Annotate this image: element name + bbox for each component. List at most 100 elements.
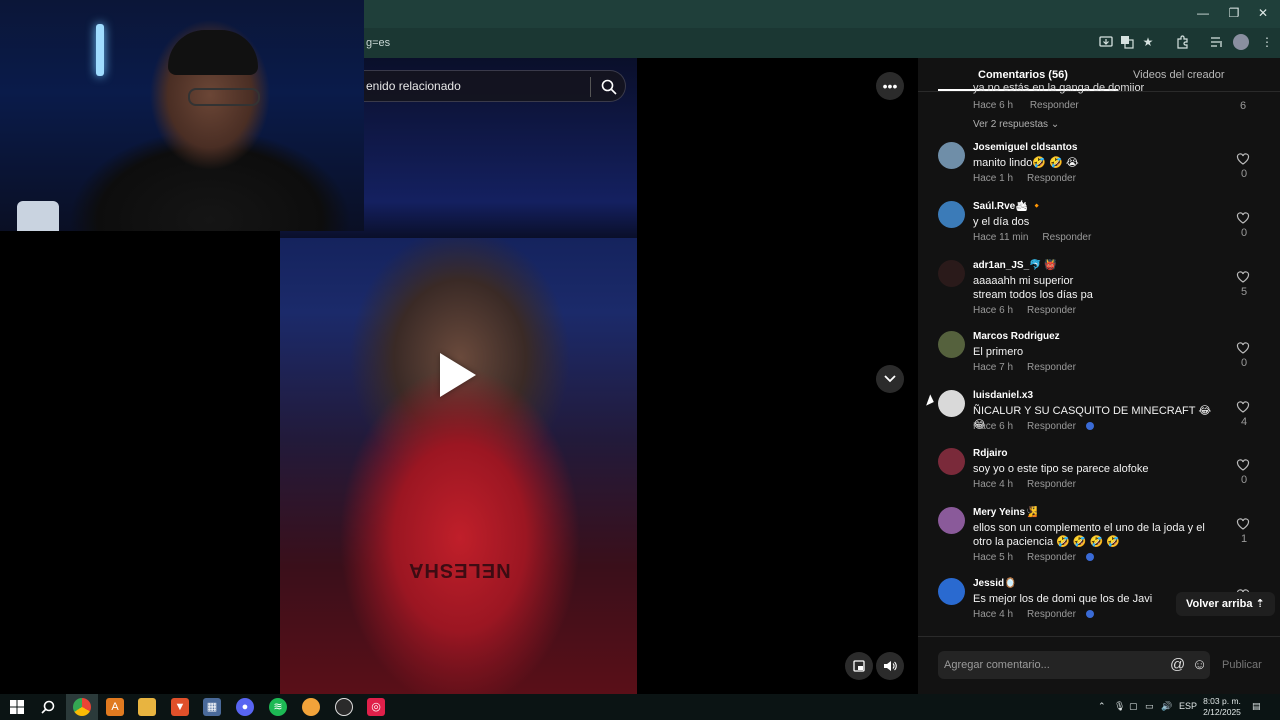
clock[interactable]: 8:03 p. m. 2/12/2025 [1200, 696, 1244, 718]
comment-username[interactable]: Mery Yeins🧏 [973, 507, 1038, 518]
chrome-icon[interactable] [73, 698, 91, 716]
reply-button[interactable]: Responder [1027, 552, 1076, 563]
restore-button[interactable]: ❐ [1219, 6, 1249, 20]
heart-icon[interactable] [1236, 270, 1252, 286]
comment-time: Hace 6 h [973, 305, 1014, 316]
comment-input[interactable]: Agregar comentario... @ ☺ [938, 651, 1210, 679]
menu-icon[interactable]: ⋮ [1258, 35, 1276, 51]
comments-panel: Comentarios (56) Videos del creador ya n… [918, 58, 1280, 694]
view-replies-link[interactable]: Ver 2 respuestas ⌄ [973, 119, 1059, 130]
publish-button[interactable]: Publicar [1222, 659, 1262, 671]
search-input[interactable]: enido relacionado [366, 79, 461, 93]
tray-chevron-icon[interactable]: ⌃ [1098, 701, 1106, 712]
avatar[interactable] [938, 578, 965, 605]
heart-icon[interactable] [1236, 517, 1252, 533]
heart-icon[interactable] [1236, 211, 1252, 227]
next-video-button[interactable] [876, 365, 904, 393]
mention-icon[interactable]: @ [1170, 656, 1185, 673]
language-indicator[interactable]: ESP [1179, 701, 1197, 711]
display-icon[interactable]: ▢ [1129, 701, 1138, 712]
avatar[interactable] [938, 507, 965, 534]
calculator-icon[interactable]: ▦ [203, 698, 221, 716]
minimize-button[interactable]: — [1188, 6, 1218, 20]
volume-icon[interactable]: 🔊 [1161, 701, 1172, 712]
comment-meta: Hace 5 h Responder [973, 552, 1094, 563]
search-divider [590, 77, 591, 97]
file-explorer-icon[interactable] [138, 698, 156, 716]
like-count: 0 [1240, 357, 1248, 369]
network-icon[interactable]: ▭ [1145, 701, 1154, 712]
spotify-icon[interactable]: ≋ [269, 698, 287, 716]
back-to-top-button[interactable]: Volver arriba ⇡ [1176, 592, 1275, 616]
search-bar[interactable]: enido relacionado [364, 70, 626, 102]
creator-liked-icon [1085, 422, 1094, 431]
reply-button[interactable]: Responder [1027, 479, 1076, 490]
webcam-microphone [17, 201, 59, 231]
shirt-print: NELESHA [408, 559, 511, 581]
close-button[interactable]: ✕ [1248, 6, 1278, 20]
emoji-icon[interactable]: ☺ [1192, 656, 1207, 673]
comment-time: Hace 6 h [973, 100, 1014, 111]
comment-username[interactable]: Jessid🪞 [973, 578, 1017, 589]
reply-button[interactable]: Responder [1027, 305, 1076, 316]
comment-time: Hace 4 h [973, 479, 1014, 490]
search-icon[interactable] [600, 78, 618, 96]
app-icon-a[interactable]: A [106, 698, 124, 716]
webcam-glasses [188, 88, 260, 106]
comment-username[interactable]: Saúl.Rve🛳 🔸 [973, 201, 1043, 212]
creator-liked-icon [1085, 553, 1094, 562]
avatar[interactable] [938, 448, 965, 475]
app-icon-orange[interactable] [302, 698, 320, 716]
webcam-overlay [0, 0, 364, 231]
volume-button[interactable] [876, 652, 904, 680]
app-icon-disc[interactable] [335, 698, 353, 716]
notifications-icon[interactable]: ▤ [1252, 701, 1261, 712]
comment-username[interactable]: Rdjairo [973, 448, 1007, 459]
extensions-icon[interactable] [1173, 35, 1191, 51]
comment-username[interactable]: luisdaniel.x3 [973, 390, 1033, 401]
reply-button[interactable]: Responder [1027, 609, 1076, 620]
heart-icon[interactable] [1236, 458, 1252, 474]
comment-time: Hace 1 h [973, 173, 1014, 184]
avatar[interactable] [938, 201, 965, 228]
translate-icon[interactable] [1118, 35, 1136, 51]
media-controls-icon[interactable] [1208, 35, 1226, 51]
comment-username[interactable]: Josemiguel cldsantos [973, 142, 1077, 153]
more-options-button[interactable]: ••• [876, 72, 904, 100]
like-count: 6 [1240, 100, 1247, 112]
avatar[interactable] [938, 390, 965, 417]
microphone-icon[interactable]: 🎙 [1114, 701, 1125, 712]
pip-button[interactable] [845, 652, 873, 680]
bookmark-star-icon[interactable]: ★ [1139, 35, 1157, 51]
heart-icon[interactable] [1236, 400, 1252, 416]
heart-icon[interactable] [1236, 152, 1252, 168]
reply-button[interactable]: Responder [1027, 362, 1076, 373]
avatar[interactable] [938, 260, 965, 287]
comment-meta: Hace 1 h Responder [973, 173, 1076, 184]
comment-meta: Hace 11 min Responder [973, 232, 1091, 243]
tab-creator-videos[interactable]: Videos del creador [1133, 69, 1225, 81]
reply-button[interactable]: Responder [1042, 232, 1091, 243]
tab-comments[interactable]: Comentarios (56) [978, 69, 1068, 81]
creator-liked-icon [1085, 610, 1094, 619]
url-text[interactable]: g=es [366, 37, 390, 49]
search-icon[interactable] [39, 698, 57, 716]
discord-icon[interactable]: ● [236, 698, 254, 716]
like-count: 1 [1240, 533, 1248, 545]
brave-icon[interactable]: ▼ [171, 698, 189, 716]
avatar[interactable] [938, 142, 965, 169]
comment-username[interactable]: Marcos Rodriguez [973, 331, 1060, 342]
clock-date: 2/12/2025 [1203, 707, 1241, 717]
install-app-icon[interactable] [1097, 35, 1115, 51]
reply-button[interactable]: Responder [1027, 421, 1076, 432]
comment-text: ellos son un complemento el uno de la jo… [973, 522, 1205, 548]
profile-icon[interactable] [1233, 34, 1249, 50]
reply-button[interactable]: Responder [1027, 173, 1076, 184]
avatar[interactable] [938, 331, 965, 358]
obs-icon[interactable]: ◎ [367, 698, 385, 716]
heart-icon[interactable] [1236, 341, 1252, 357]
start-icon[interactable] [8, 698, 26, 716]
reply-button[interactable]: Responder [1030, 100, 1079, 111]
play-icon[interactable] [440, 353, 476, 397]
comment-username[interactable]: adr1an_JS_🐬 👹 [973, 260, 1057, 271]
